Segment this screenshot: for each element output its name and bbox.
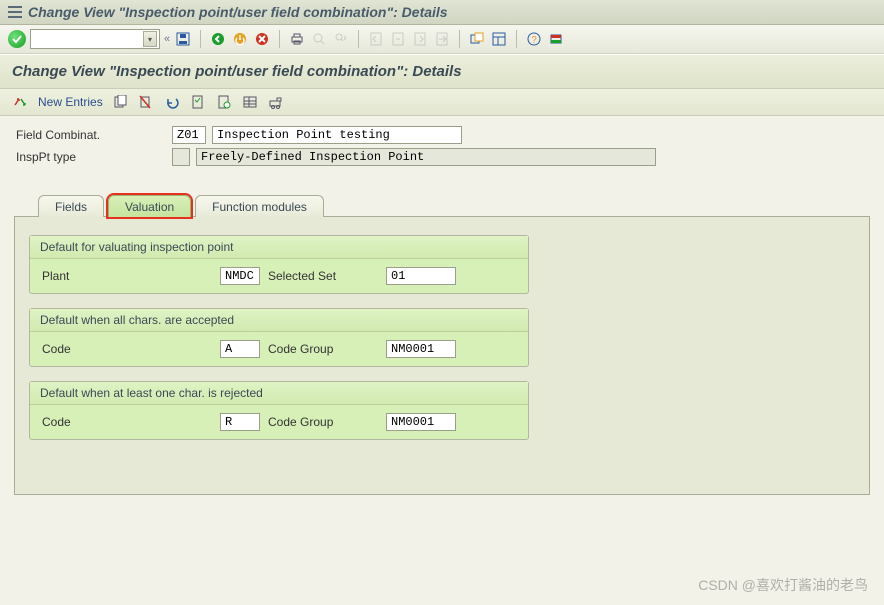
layout-icon[interactable] (490, 30, 508, 48)
group-title: Default for valuating inspection point (30, 236, 528, 259)
code-label: Code (42, 342, 212, 356)
code-reject-input[interactable] (220, 413, 260, 431)
undo-icon[interactable] (163, 93, 181, 111)
tabstrip: Fields Valuation Function modules (14, 194, 870, 216)
back-icon[interactable] (209, 30, 227, 48)
menu-icon[interactable] (8, 5, 22, 19)
insppt-type-desc (196, 148, 656, 166)
dropdown-icon[interactable]: ▾ (143, 31, 157, 47)
selected-set-input[interactable] (386, 267, 456, 285)
prev-page-icon (389, 30, 407, 48)
plant-label: Plant (42, 269, 212, 283)
app-toolbar: New Entries (0, 89, 884, 116)
cancel-icon[interactable] (253, 30, 271, 48)
codegroup-accept-input[interactable] (386, 340, 456, 358)
tab-function-modules[interactable]: Function modules (195, 195, 324, 217)
form-area: Field Combinat. InspPt type (0, 116, 884, 180)
field-combinat-label: Field Combinat. (16, 128, 166, 142)
group-default-valuating: Default for valuating inspection point P… (29, 235, 529, 294)
insppt-type-code (172, 148, 190, 166)
group-one-rejected: Default when at least one char. is rejec… (29, 381, 529, 440)
selected-set-label: Selected Set (268, 269, 378, 283)
field-combinat-desc[interactable] (212, 126, 462, 144)
page-title: Change View "Inspection point/user field… (12, 63, 462, 80)
plant-input[interactable] (220, 267, 260, 285)
code-label: Code (42, 415, 212, 429)
insppt-type-label: InspPt type (16, 150, 166, 164)
print-entry-icon[interactable] (215, 93, 233, 111)
new-entries-button[interactable]: New Entries (38, 95, 103, 109)
tab-valuation[interactable]: Valuation (108, 195, 191, 217)
print-icon[interactable] (288, 30, 306, 48)
select-entry-icon[interactable] (189, 93, 207, 111)
new-session-icon[interactable] (468, 30, 486, 48)
tab-body: Default for valuating inspection point P… (14, 216, 870, 495)
field-combinat-code[interactable] (172, 126, 206, 144)
group-title: Default when at least one char. is rejec… (30, 382, 528, 405)
next-page-icon (411, 30, 429, 48)
exit-icon[interactable] (231, 30, 249, 48)
ok-icon[interactable] (8, 30, 26, 48)
customize-icon[interactable] (547, 30, 565, 48)
copy-icon[interactable] (111, 93, 129, 111)
last-page-icon (433, 30, 451, 48)
find-icon (310, 30, 328, 48)
window-title: Change View "Inspection point/user field… (28, 4, 448, 20)
toggle-icon[interactable] (12, 93, 30, 111)
tab-fields[interactable]: Fields (38, 195, 104, 217)
help-icon[interactable]: ? (525, 30, 543, 48)
page-header: Change View "Inspection point/user field… (0, 54, 884, 89)
command-field[interactable]: ▾ (30, 29, 160, 49)
group-all-accepted: Default when all chars. are accepted Cod… (29, 308, 529, 367)
codegroup-reject-input[interactable] (386, 413, 456, 431)
system-toolbar: ▾ « ? (0, 25, 884, 54)
code-accept-input[interactable] (220, 340, 260, 358)
codegroup-label: Code Group (268, 415, 378, 429)
codegroup-label: Code Group (268, 342, 378, 356)
save-icon[interactable] (174, 30, 192, 48)
history-back-icon[interactable]: « (164, 33, 170, 45)
svg-text:?: ? (531, 35, 537, 46)
find-next-icon (332, 30, 350, 48)
transport-icon[interactable] (267, 93, 285, 111)
watermark: CSDN @喜欢打酱油的老鸟 (698, 575, 868, 595)
delete-icon[interactable] (137, 93, 155, 111)
table-view-icon[interactable] (241, 93, 259, 111)
window-titlebar: Change View "Inspection point/user field… (0, 0, 884, 25)
group-title: Default when all chars. are accepted (30, 309, 528, 332)
first-page-icon (367, 30, 385, 48)
